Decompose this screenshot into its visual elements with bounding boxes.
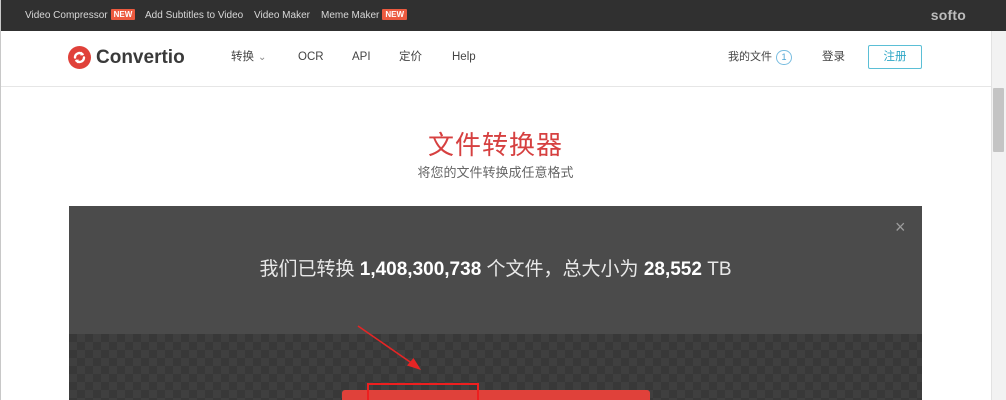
files-count-badge: 1 [776, 50, 792, 65]
nav-pricing[interactable]: 定价 [399, 50, 422, 65]
total-size-value: 28,552 [643, 259, 702, 280]
annotation-highlight-box [367, 383, 479, 400]
page-subtitle: 将您的文件转换成任意格式 [417, 165, 574, 180]
my-files-link[interactable]: 我的文件 1 [728, 50, 792, 65]
stats-middle: 个文件，总大小为 [481, 259, 644, 280]
promo-link-label: Meme Maker [321, 10, 380, 21]
promo-link-video-maker[interactable]: Video Maker [254, 9, 310, 22]
promo-link-label: Video Compressor [25, 10, 108, 21]
nav-convert-label: 转换 [231, 51, 254, 63]
stats-unit: TB [701, 259, 732, 280]
conversion-stats: 我们已转换 1,408,300,738 个文件，总大小为 28,552 TB [69, 258, 922, 282]
promo-bar: Video Compressor NEW Add Subtitles to Vid… [1, 0, 1006, 31]
my-files-label: 我的文件 [728, 51, 772, 63]
nav-api[interactable]: API [352, 50, 371, 65]
site-header: Convertio 转换 ⌄ OCR API 定价 Help 我的文件 1 登录 注… [1, 31, 991, 87]
page-title: 文件转换器 [427, 130, 563, 160]
page-scrollbar[interactable] [991, 31, 1006, 400]
promo-link-label: Add Subtitles to Video [145, 10, 244, 21]
stats-prefix: 我们已转换 [259, 259, 360, 280]
annotation-arrow [357, 325, 421, 370]
promo-link-meme-maker[interactable]: Meme Maker NEW [321, 9, 408, 22]
login-link[interactable]: 登录 [822, 50, 845, 65]
scrollbar-thumb[interactable] [993, 88, 1004, 152]
nav-convert[interactable]: 转换 ⌄ [231, 50, 266, 65]
new-badge: NEW [110, 9, 136, 20]
chevron-down-icon: ⌄ [258, 52, 267, 63]
nav-help[interactable]: Help [452, 50, 476, 65]
signup-button[interactable]: 注册 [868, 45, 922, 69]
promo-link-label: Video Maker [254, 10, 310, 21]
converter-panel: × 我们已转换 1,408,300,738 个文件，总大小为 28,552 TB [69, 206, 922, 400]
convertio-logo-icon [68, 46, 91, 69]
close-icon[interactable]: × [895, 218, 906, 236]
promo-link-add-subtitles[interactable]: Add Subtitles to Video [145, 9, 243, 22]
logo-wordmark: Convertio [96, 47, 185, 68]
softo-brand-logo[interactable]: softo [931, 7, 966, 23]
new-badge: NEW [382, 9, 408, 20]
nav-ocr[interactable]: OCR [298, 50, 324, 65]
promo-link-video-compressor[interactable]: Video Compressor NEW [25, 9, 136, 22]
files-converted-count: 1,408,300,738 [359, 259, 482, 280]
